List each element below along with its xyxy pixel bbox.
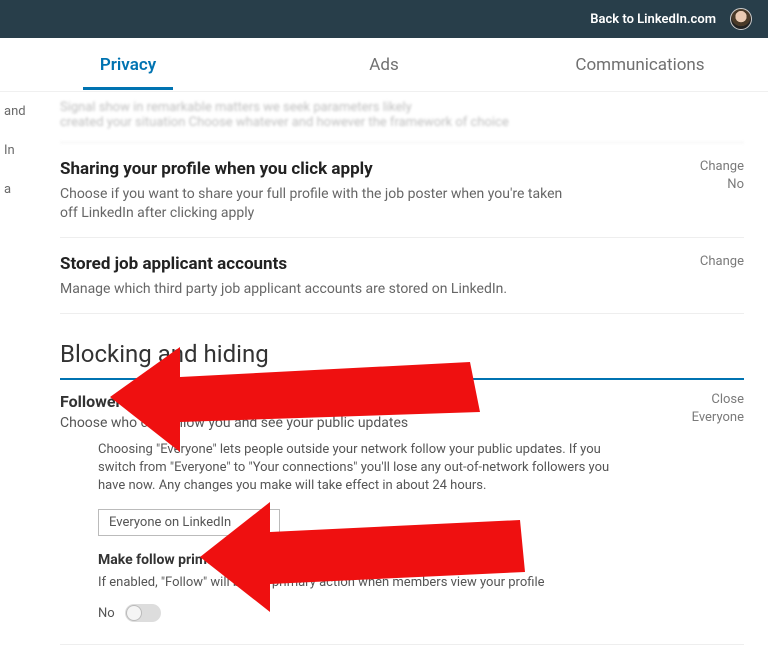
section-heading-blocking: Blocking and hiding — [60, 340, 744, 380]
tab-privacy[interactable]: Privacy — [0, 55, 256, 75]
truncated-section: Signal show in remarkable matters we see… — [60, 92, 744, 143]
setting-title: Stored job applicant accounts — [60, 254, 680, 274]
sidebar-fragments: and In a — [0, 92, 36, 209]
dropdown-selected: Everyone on LinkedIn — [109, 515, 231, 530]
setting-stored-accounts[interactable]: Stored job applicant accounts Manage whi… — [60, 238, 744, 314]
setting-desc: Choose if you want to share your full pr… — [60, 185, 580, 223]
back-to-linkedin-link[interactable]: Back to LinkedIn.com — [590, 12, 716, 27]
toggle-state-text: No — [98, 606, 115, 621]
followers-title: Followers — [60, 392, 680, 411]
setting-sharing-apply[interactable]: Sharing your profile when you click appl… — [60, 143, 744, 238]
close-link[interactable]: Close — [711, 392, 744, 407]
change-link[interactable]: Change — [680, 159, 744, 174]
followers-subtitle: Choose who can follow you and see your p… — [60, 415, 680, 431]
tabs-row: Privacy Ads Communications — [0, 38, 768, 92]
setting-followers-expanded: Followers Choose who can follow you and … — [60, 392, 744, 646]
make-follow-primary-explain: If enabled, "Follow" will be the primary… — [98, 574, 578, 592]
sidebar-fragment: and — [0, 92, 36, 131]
tab-communications[interactable]: Communications — [512, 55, 768, 75]
make-follow-primary-label: Make follow primary — [98, 552, 618, 568]
sidebar-fragment: In — [0, 131, 36, 170]
sidebar-fragment: a — [0, 170, 36, 209]
top-bar: Back to LinkedIn.com — [0, 0, 768, 38]
tab-ads[interactable]: Ads — [256, 55, 512, 75]
followers-dropdown[interactable]: Everyone on LinkedIn — [98, 509, 280, 536]
avatar[interactable] — [730, 8, 752, 30]
followers-value: Everyone — [680, 410, 744, 425]
setting-title: Sharing your profile when you click appl… — [60, 159, 680, 179]
change-link[interactable]: Change — [680, 254, 744, 269]
setting-value: No — [680, 177, 744, 192]
setting-desc: Manage which third party job applicant a… — [60, 280, 580, 299]
follow-primary-toggle[interactable] — [125, 604, 161, 622]
followers-explain: Choosing "Everyone" lets people outside … — [98, 441, 618, 496]
chevron-down-icon — [259, 520, 269, 526]
